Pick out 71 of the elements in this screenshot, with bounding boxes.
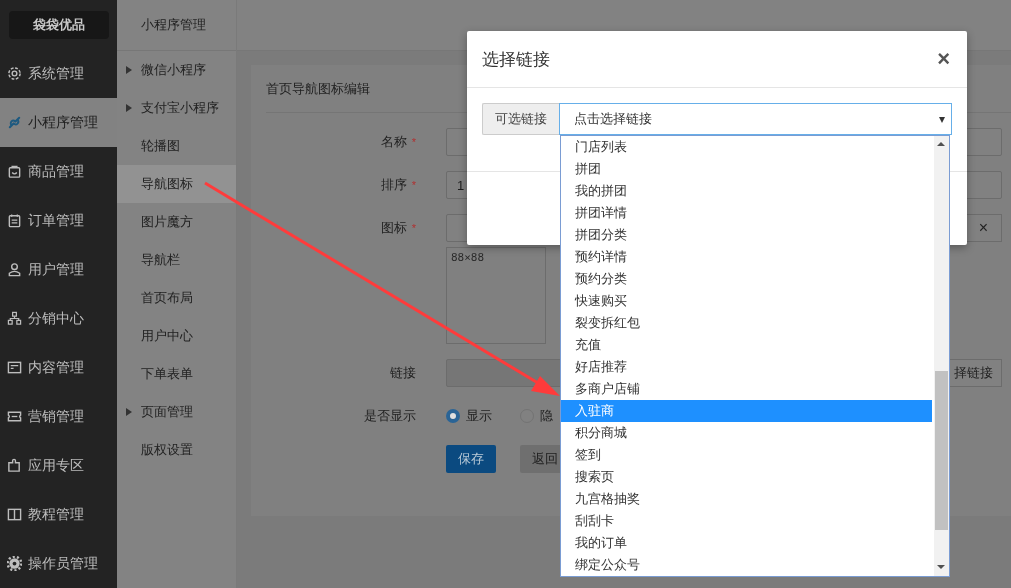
dropdown-option[interactable]: 刮刮卡: [561, 510, 932, 532]
dropdown-option[interactable]: 绑定公众号: [561, 554, 932, 576]
dropdown-option[interactable]: 九宫格抽奖: [561, 488, 932, 510]
required-mark: *: [411, 136, 416, 148]
submenu-item[interactable]: 版权设置: [117, 431, 236, 469]
submenu-item[interactable]: 用户中心: [117, 317, 236, 355]
radio-button[interactable]: [446, 409, 460, 423]
brand-logo: 袋袋优品: [8, 10, 109, 39]
sidebar-item[interactable]: 操作员管理: [0, 539, 117, 588]
dropdown-option[interactable]: 快速购买: [561, 290, 932, 312]
field-label: 排序: [380, 177, 407, 192]
dropdown-option[interactable]: 预约详情: [561, 246, 932, 268]
dropdown-option[interactable]: 我的订单: [561, 532, 932, 554]
link-icon: [7, 115, 22, 130]
radio-label: 隐: [540, 407, 553, 425]
submenu-item[interactable]: 页面管理: [117, 393, 236, 431]
dropdown-option[interactable]: 充值: [561, 334, 932, 356]
submenu-item[interactable]: 导航栏: [117, 241, 236, 279]
required-mark: *: [411, 222, 416, 234]
submenu-item[interactable]: 微信小程序: [117, 51, 236, 89]
sidebar-item[interactable]: 应用专区: [0, 441, 117, 490]
submenu-item[interactable]: 首页布局: [117, 279, 236, 317]
dropdown-option[interactable]: 预约分类: [561, 268, 932, 290]
dropdown-option[interactable]: 拼团: [561, 158, 932, 180]
submenu-item[interactable]: 支付宝小程序: [117, 89, 236, 127]
gear-icon: [7, 556, 22, 571]
radio-label: 显示: [466, 407, 492, 425]
sidebar-item[interactable]: 系统管理: [0, 49, 117, 98]
field-label: 名称: [380, 134, 407, 149]
dropdown-option[interactable]: 拼团详情: [561, 202, 932, 224]
document-icon: [7, 360, 22, 375]
dropdown-option[interactable]: 积分商城: [561, 422, 932, 444]
user-icon: [7, 262, 22, 277]
sidebar-item[interactable]: 商品管理: [0, 147, 117, 196]
dropdown-option[interactable]: 门店列表: [561, 136, 932, 158]
dropdown-option[interactable]: 拼团分类: [561, 224, 932, 246]
sidebar-item[interactable]: 用户管理: [0, 245, 117, 294]
calendar-icon: [7, 213, 22, 228]
scroll-thumb[interactable]: [935, 371, 948, 530]
dropdown-option[interactable]: 我的拼团: [561, 180, 932, 202]
submenu-item[interactable]: 轮播图: [117, 127, 236, 165]
dropdown-option[interactable]: 好店推荐: [561, 356, 932, 378]
submenu-item[interactable]: 图片魔方: [117, 203, 236, 241]
submenu-title: 小程序管理: [117, 0, 236, 51]
dropdown-option[interactable]: 多商户店铺: [561, 378, 932, 400]
clear-button[interactable]: ×: [966, 214, 1002, 242]
image-field[interactable]: 88×88: [446, 247, 546, 344]
sidebar-item[interactable]: 教程管理: [0, 490, 117, 539]
sidebar-item[interactable]: 订单管理: [0, 196, 117, 245]
submenu-item[interactable]: 下单表单: [117, 355, 236, 393]
sidebar-item[interactable]: 分销中心: [0, 294, 117, 343]
puzzle-icon: [7, 458, 22, 473]
sidebar-item[interactable]: 小程序管理: [0, 98, 117, 147]
field-label: 链接: [390, 365, 416, 380]
bag-icon: [7, 164, 22, 179]
book-icon: [7, 507, 22, 522]
sidebar-item[interactable]: 营销管理: [0, 392, 117, 441]
field-label: 是否显示: [364, 408, 416, 423]
input-addon: 可选链接: [482, 103, 559, 135]
hierarchy-icon: [7, 311, 22, 326]
required-mark: *: [411, 179, 416, 191]
caret-icon: ▾: [938, 112, 945, 126]
link-select[interactable]: 点击选择链接 ▾: [559, 103, 952, 135]
scrollbar[interactable]: [934, 136, 949, 576]
submenu-item[interactable]: 导航图标: [117, 165, 236, 203]
dropdown-option[interactable]: 裂变拆红包: [561, 312, 932, 334]
sidebar-item[interactable]: 内容管理: [0, 343, 117, 392]
ticket-icon: [7, 409, 22, 424]
gear-icon: [7, 66, 22, 81]
save-button[interactable]: 保存: [446, 445, 496, 473]
field-label: 图标: [380, 220, 407, 235]
